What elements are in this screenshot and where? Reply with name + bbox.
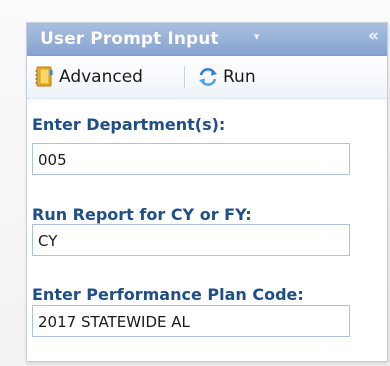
panel-title: User Prompt Input: [40, 29, 219, 49]
advanced-button[interactable]: Advanced: [35, 64, 143, 90]
collapse-panel-icon[interactable]: «: [368, 26, 379, 46]
performance-plan-code-label: Enter Performance Plan Code:: [32, 285, 304, 304]
toolbar-separator: [184, 66, 186, 88]
cy-fy-label: Run Report for CY or FY:: [32, 205, 252, 224]
cy-fy-input[interactable]: CY: [32, 224, 350, 256]
title-dropdown-caret-icon[interactable]: ▾: [254, 30, 260, 43]
run-button-label: Run: [223, 67, 256, 87]
app-background: User Prompt Input ▾ « Advanced Run Enter…: [0, 0, 390, 366]
department-label: Enter Department(s):: [32, 115, 226, 134]
panel-title-bar[interactable]: User Prompt Input ▾ «: [27, 23, 387, 56]
panel-toolbar: Advanced Run: [27, 56, 387, 99]
department-input[interactable]: 005: [32, 143, 350, 175]
advanced-button-label: Advanced: [59, 67, 143, 87]
performance-plan-code-input[interactable]: 2017 STATEWIDE AL: [32, 305, 350, 337]
run-button[interactable]: Run: [197, 64, 256, 90]
notebook-icon: [35, 66, 53, 88]
user-prompt-panel: User Prompt Input ▾ « Advanced Run Enter…: [26, 22, 388, 362]
refresh-icon: [197, 66, 219, 88]
